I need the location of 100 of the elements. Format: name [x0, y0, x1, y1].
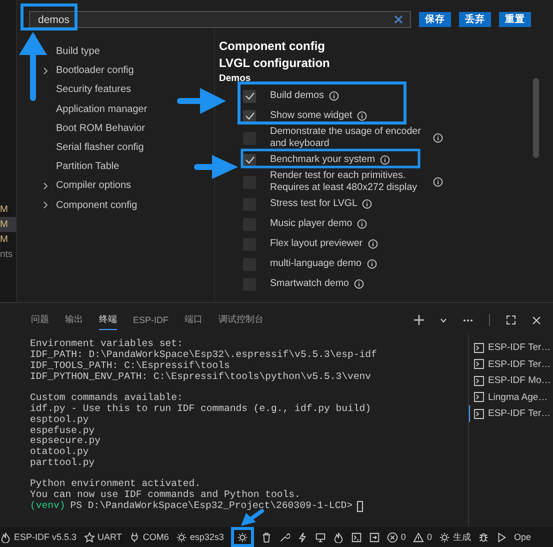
- flame-icon[interactable]: [332, 532, 344, 542]
- play-icon[interactable]: [496, 532, 507, 542]
- section-heading: Component config: [219, 38, 326, 55]
- terminal-icon[interactable]: [350, 532, 362, 542]
- search-field[interactable]: demos: [29, 11, 411, 28]
- info-icon[interactable]: [354, 279, 364, 289]
- info-icon[interactable]: [380, 155, 390, 165]
- tree-item[interactable]: Bootloader config: [56, 65, 134, 76]
- tree-item[interactable]: Security features: [56, 84, 132, 96]
- terminal-line: otatool.py: [30, 447, 90, 458]
- scrollbar[interactable]: [533, 78, 539, 158]
- option-label: Render test for each primitives. Requires at least 480x272 display: [270, 170, 418, 194]
- info-icon[interactable]: [433, 177, 443, 187]
- more-icon[interactable]: [463, 318, 473, 322]
- option-label: Build demos: [270, 90, 324, 102]
- panel-tab[interactable]: 调试控制台: [218, 310, 264, 330]
- status-item[interactable]: COM6: [128, 532, 169, 542]
- option-label: Stress test for LVGL: [270, 198, 358, 210]
- terminal-list-item[interactable]: Lingma Age…: [469, 388, 553, 406]
- chevron-right-icon[interactable]: [43, 66, 48, 75]
- terminal-icon: [474, 376, 484, 386]
- terminal-icon: [474, 408, 484, 419]
- status-item[interactable]: 0: [386, 532, 406, 542]
- plus-icon[interactable]: [414, 315, 424, 326]
- terminal-line: parttool.py: [30, 458, 96, 469]
- tree-item[interactable]: Component config: [56, 200, 138, 211]
- terminal-icon: [474, 359, 484, 370]
- option-label: Flex layout previewer: [270, 238, 363, 250]
- panel-tab[interactable]: 终端: [99, 310, 117, 330]
- info-icon[interactable]: [366, 259, 376, 269]
- checkbox[interactable]: [243, 90, 256, 102]
- explorer-item-fragment[interactable]: M: [0, 202, 16, 217]
- panel-tab[interactable]: ESP-IDF: [133, 312, 169, 329]
- trash-icon[interactable]: [260, 532, 272, 542]
- close-icon[interactable]: [532, 316, 541, 325]
- terminal-line: Environment variables set:: [30, 339, 184, 350]
- info-icon[interactable]: [357, 111, 368, 121]
- monitor-icon[interactable]: [314, 532, 326, 542]
- action-button[interactable]: 重置: [499, 12, 531, 27]
- maximize-icon[interactable]: [506, 315, 516, 326]
- tree-item[interactable]: Serial flasher config: [56, 142, 144, 154]
- terminal-icon: [474, 342, 484, 353]
- status-item[interactable]: ESP-IDF v5.5.3: [0, 532, 77, 542]
- option-label: Show some widget: [270, 110, 352, 122]
- tree-item[interactable]: Application manager: [56, 104, 148, 115]
- explorer-item-fragment[interactable]: M: [0, 217, 16, 232]
- status-item[interactable]: esp32s3: [176, 532, 224, 542]
- action-button[interactable]: 保存: [419, 12, 451, 27]
- terminal-line: esptool.py: [30, 414, 90, 426]
- terminal-line: IDF_TOOLS_PATH: C:\Espressif\tools: [30, 361, 231, 372]
- chevron-down-icon[interactable]: [440, 318, 447, 323]
- explorer-item-fragment[interactable]: M: [0, 232, 16, 247]
- tree-item[interactable]: Partition Table: [56, 161, 120, 172]
- cursor: [357, 500, 364, 512]
- info-icon[interactable]: [357, 219, 368, 229]
- terminal-line: IDF_PYTHON_ENV_PATH: C:\Espressif\tools\python\v5.5.3\venv: [30, 372, 372, 383]
- section-heading: LVGL configuration: [219, 55, 331, 72]
- terminal-line: espefuse.py: [30, 426, 96, 436]
- error-icon[interactable]: [386, 532, 398, 542]
- terminal-line: IDF_PATH: D:\PandaWorkSpace\Esp32\.espressif\v5.5.3\esp-idf: [30, 350, 378, 360]
- lightning-icon[interactable]: [296, 532, 308, 542]
- terminal-line: Python environment activated.: [30, 479, 202, 490]
- info-icon[interactable]: [433, 133, 443, 143]
- info-icon[interactable]: [328, 91, 339, 101]
- terminal-line: Custom commands available:: [30, 393, 184, 404]
- panel-tab[interactable]: 问题: [31, 310, 49, 330]
- exit-icon[interactable]: [368, 532, 380, 542]
- tree-item[interactable]: Compiler options: [56, 180, 132, 192]
- chevron-right-icon[interactable]: [43, 182, 48, 190]
- terminal-line: You can now use IDF commands and Python tools.: [30, 490, 302, 500]
- panel-tab[interactable]: 输出: [65, 310, 83, 330]
- info-icon[interactable]: [368, 239, 378, 249]
- status-item[interactable]: 生成: [438, 530, 471, 544]
- checkbox[interactable]: [243, 110, 256, 122]
- checkbox[interactable]: [243, 154, 256, 166]
- action-button[interactable]: 丢弃: [459, 12, 491, 27]
- star-icon[interactable]: [84, 532, 95, 542]
- terminal-line: espsecure.py: [30, 436, 102, 446]
- flame-icon[interactable]: [0, 532, 11, 542]
- status-item[interactable]: Ope: [514, 532, 531, 542]
- tree-item[interactable]: Boot ROM Behavior: [56, 122, 145, 134]
- warning-icon[interactable]: [412, 532, 424, 542]
- highlight-box: [20, 4, 78, 30]
- terminal-list-item[interactable]: ESP-IDF Ter…: [469, 339, 553, 356]
- bug-icon[interactable]: [478, 532, 489, 542]
- tree-item[interactable]: Build type: [56, 46, 100, 58]
- status-item[interactable]: UART: [84, 532, 122, 542]
- pointer-arrow: [19, 32, 47, 101]
- status-item[interactable]: 0: [412, 532, 432, 542]
- option-label: Music player demo: [270, 218, 352, 230]
- venv-label: (venv): [30, 500, 66, 512]
- option-label: Benchmark your system: [270, 154, 376, 166]
- terminal-list-item[interactable]: ESP-IDF Ter…: [469, 356, 553, 372]
- chevron-right-icon[interactable]: [43, 201, 48, 210]
- panel-tab[interactable]: 端口: [184, 310, 203, 330]
- terminal-list-item[interactable]: ESP-IDF Ter…: [469, 405, 553, 422]
- explorer-item-fragment[interactable]: nts: [0, 247, 16, 262]
- terminal-list-item[interactable]: ESP-IDF Mo…: [469, 372, 553, 389]
- info-icon[interactable]: [362, 199, 372, 209]
- plug-icon[interactable]: [128, 532, 140, 542]
